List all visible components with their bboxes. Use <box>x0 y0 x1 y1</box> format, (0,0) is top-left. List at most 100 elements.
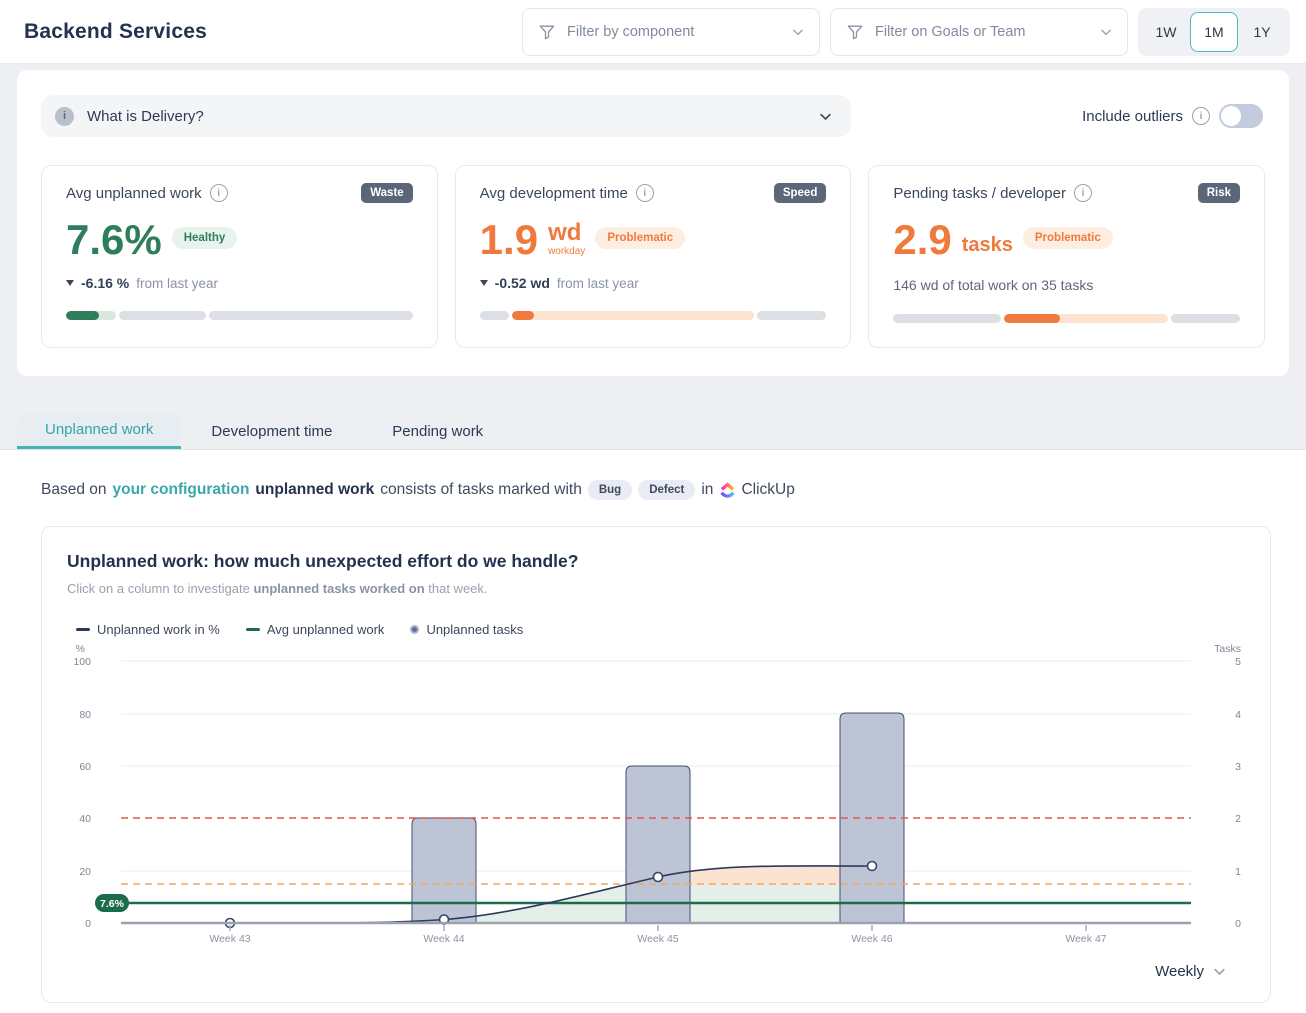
status-badge: Problematic <box>1023 227 1113 249</box>
clickup-logo-icon <box>719 481 736 500</box>
right-axis-labels: Tasks 5 4 3 2 1 0 <box>1214 643 1241 930</box>
chevron-down-icon <box>791 25 805 39</box>
time-range-selector: 1W 1M 1Y <box>1138 8 1290 56</box>
range-1w-button[interactable]: 1W <box>1142 12 1190 52</box>
tab-development-time[interactable]: Development time <box>181 413 362 449</box>
threshold-progress-bar <box>893 314 1240 323</box>
bar-week-45[interactable] <box>626 766 690 923</box>
include-outliers-label: Include outliers <box>1082 108 1183 125</box>
metric-card-development-time: Avg development time i Speed 1.9 wd work… <box>455 165 852 348</box>
range-1m-button[interactable]: 1M <box>1190 12 1238 52</box>
bug-tag: Bug <box>588 480 632 500</box>
configuration-note: Based on your configuration unplanned wo… <box>41 480 1271 500</box>
tab-pending-work[interactable]: Pending work <box>362 413 513 449</box>
metric-title: Avg unplanned work <box>66 185 202 202</box>
range-1y-button[interactable]: 1Y <box>1238 12 1286 52</box>
info-icon[interactable]: i <box>636 184 654 202</box>
chart-legend: Unplanned work in % Avg unplanned work U… <box>67 622 1245 637</box>
note-middle: consists of tasks marked with <box>380 481 582 499</box>
component-filter-dropdown[interactable]: Filter by component <box>522 8 820 56</box>
threshold-progress-bar <box>66 311 413 320</box>
svg-text:40: 40 <box>79 813 91 825</box>
x-axis-labels: Week 43 Week 44 Week 45 Week 46 Week 47 <box>209 933 1106 945</box>
clickup-label: ClickUp <box>741 481 794 499</box>
goals-team-filter-dropdown[interactable]: Filter on Goals or Team <box>830 8 1128 56</box>
metric-value: 7.6% <box>66 219 162 261</box>
info-icon[interactable]: i <box>210 184 228 202</box>
component-filter-placeholder: Filter by component <box>567 24 781 40</box>
what-is-delivery-accordion[interactable]: i What is Delivery? <box>41 95 851 137</box>
note-prefix: Based on <box>41 481 107 499</box>
metric-card-unplanned-work: Avg unplanned work i Waste 7.6% Healthy … <box>41 165 438 348</box>
info-icon: i <box>55 107 74 126</box>
page-title: Backend Services <box>24 20 207 44</box>
svg-text:100: 100 <box>73 656 91 668</box>
unplanned-work-panel: Based on your configuration unplanned wo… <box>0 450 1306 1013</box>
metric-title: Pending tasks / developer <box>893 185 1066 202</box>
metric-unit: tasks <box>962 234 1013 257</box>
chevron-down-icon <box>818 109 833 124</box>
trend-down-icon <box>66 280 74 286</box>
metric-value: 1.9 <box>480 219 538 261</box>
svg-text:5: 5 <box>1235 656 1241 668</box>
what-is-delivery-label: What is Delivery? <box>87 108 805 125</box>
speed-badge: Speed <box>774 183 827 203</box>
delta-value: -6.16 % <box>81 275 129 291</box>
legend-avg-unplanned-work[interactable]: Avg unplanned work <box>246 622 385 637</box>
svg-text:80: 80 <box>79 709 91 721</box>
info-icon: i <box>1192 107 1210 125</box>
legend-unplanned-tasks[interactable]: Unplanned tasks <box>410 622 523 637</box>
trend-down-icon <box>480 280 488 286</box>
chevron-down-icon[interactable] <box>1212 964 1227 979</box>
chevron-down-icon <box>1099 25 1113 39</box>
delivery-section: i What is Delivery? Include outliers i A… <box>17 70 1289 376</box>
metric-unit: wd <box>548 221 585 245</box>
svg-text:Week 43: Week 43 <box>209 933 250 945</box>
svg-text:Week 44: Week 44 <box>423 933 464 945</box>
svg-text:3: 3 <box>1235 761 1241 773</box>
line-swatch-icon <box>76 628 90 631</box>
include-outliers-toggle[interactable] <box>1219 104 1263 128</box>
bar-week-44[interactable] <box>412 818 476 923</box>
svg-text:Week 46: Week 46 <box>851 933 892 945</box>
chart-title: Unplanned work: how much unexpected effo… <box>67 551 1245 572</box>
metric-subtext: 146 wd of total work on 35 tasks <box>893 277 1240 293</box>
tab-unplanned-work[interactable]: Unplanned work <box>17 413 181 449</box>
svg-text:%: % <box>76 643 85 655</box>
delta-suffix: from last year <box>136 276 218 291</box>
defect-tag: Defect <box>638 480 695 500</box>
svg-text:Week 47: Week 47 <box>1065 933 1106 945</box>
left-axis-labels: % 100 80 60 40 20 0 <box>73 643 91 930</box>
metric-title: Avg development time <box>480 185 628 202</box>
funnel-icon <box>537 22 557 42</box>
note-bold: unplanned work <box>255 481 374 499</box>
svg-text:0: 0 <box>1235 918 1241 930</box>
svg-text:60: 60 <box>79 761 91 773</box>
info-icon[interactable]: i <box>1074 184 1092 202</box>
avg-line-label: 7.6% <box>95 894 129 912</box>
app-header: Backend Services Filter by component Fil… <box>0 0 1306 64</box>
metrics-tab-bar: Unplanned work Development time Pending … <box>0 414 1306 450</box>
svg-text:7.6%: 7.6% <box>100 898 125 910</box>
risk-badge: Risk <box>1198 183 1240 203</box>
svg-text:Week 45: Week 45 <box>637 933 678 945</box>
line-swatch-icon <box>246 628 260 631</box>
threshold-progress-bar <box>480 311 827 320</box>
metric-card-pending-tasks: Pending tasks / developer i Risk 2.9 tas… <box>868 165 1265 348</box>
svg-text:4: 4 <box>1235 709 1241 721</box>
waste-badge: Waste <box>361 183 412 203</box>
svg-text:2: 2 <box>1235 813 1241 825</box>
granularity-select[interactable]: Weekly <box>1155 963 1204 980</box>
circle-swatch-icon <box>410 625 419 634</box>
chart-subtitle: Click on a column to investigate unplann… <box>67 581 1245 596</box>
your-configuration-link[interactable]: your configuration <box>113 481 250 499</box>
legend-unplanned-work-pct[interactable]: Unplanned work in % <box>76 622 220 637</box>
marker-week-45[interactable] <box>654 873 663 882</box>
svg-text:0: 0 <box>85 918 91 930</box>
svg-text:1: 1 <box>1235 866 1241 878</box>
delta-suffix: from last year <box>557 276 639 291</box>
unplanned-work-chart[interactable]: 7.6% % 100 80 <box>67 641 1247 953</box>
marker-week-46[interactable] <box>868 862 877 871</box>
status-badge: Healthy <box>172 227 238 249</box>
metric-unit-sub: workday <box>548 247 585 257</box>
